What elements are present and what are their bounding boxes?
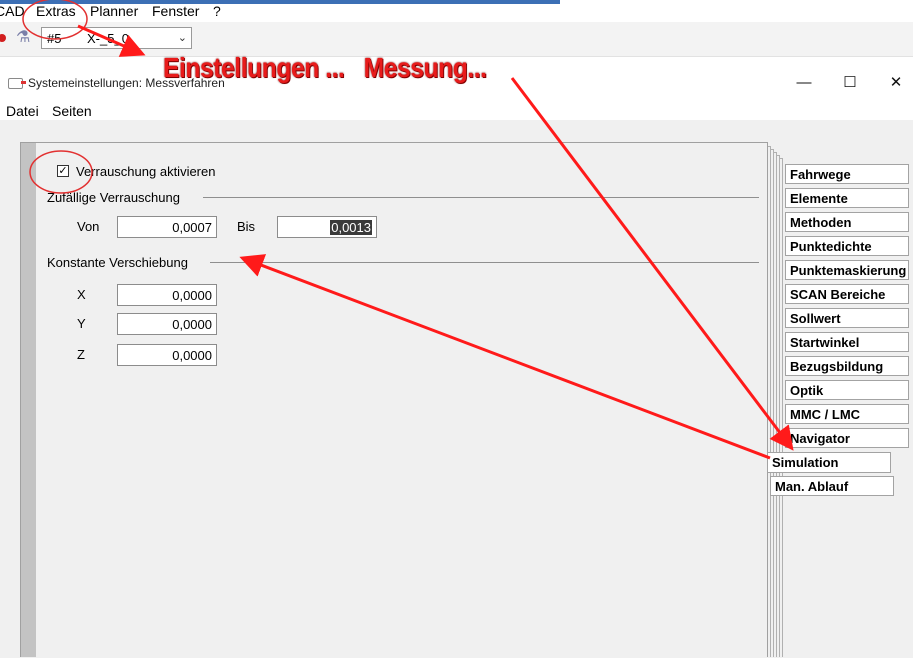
menu-datei[interactable]: Datei xyxy=(6,103,39,119)
menu-help[interactable]: ? xyxy=(213,3,221,19)
page-edge xyxy=(779,155,780,657)
bis-input[interactable]: 0,0013 xyxy=(277,216,377,238)
menu-planner[interactable]: Planner xyxy=(90,3,138,19)
tab-startwinkel[interactable]: Startwinkel xyxy=(785,332,909,352)
page-edge xyxy=(774,152,777,153)
tab-methoden[interactable]: Methoden xyxy=(785,212,909,232)
page-edge xyxy=(773,149,774,657)
menu-cad[interactable]: CAD xyxy=(0,3,25,19)
tab-bezugsbildung[interactable]: Bezugsbildung xyxy=(785,356,909,376)
app-icon xyxy=(8,78,26,89)
page-edge xyxy=(780,158,783,159)
z-input[interactable]: 0,0000 xyxy=(117,344,217,366)
title-strip xyxy=(0,0,560,4)
minimize-button[interactable]: — xyxy=(781,68,827,98)
app-menubar: CAD Extras Planner Fenster ? xyxy=(0,0,913,22)
bis-label: Bis xyxy=(237,219,256,234)
menu-fenster[interactable]: Fenster xyxy=(152,3,199,19)
x-label: X xyxy=(77,287,86,302)
dialog-menubar xyxy=(0,98,913,120)
tab-scan-bereiche[interactable]: SCAN Bereiche xyxy=(785,284,909,304)
group-divider xyxy=(203,197,759,198)
y-label: Y xyxy=(77,316,86,331)
z-label: Z xyxy=(77,347,85,362)
tab-sollwert[interactable]: Sollwert xyxy=(785,308,909,328)
menu-extras[interactable]: Extras xyxy=(36,3,76,19)
probe-icon[interactable]: ⚗ xyxy=(16,30,34,46)
constant-offset-group-label: Konstante Verschiebung xyxy=(47,255,188,270)
probe-select-value-2: X-_5_0 xyxy=(87,31,129,46)
menu-seiten[interactable]: Seiten xyxy=(52,103,92,119)
probe-select[interactable]: #5 X-_5_0 ⌄ xyxy=(41,27,192,49)
close-button[interactable]: ✕ xyxy=(873,68,913,98)
y-input[interactable]: 0,0000 xyxy=(117,313,217,335)
page-edge xyxy=(768,146,771,147)
maximize-button[interactable]: ☐ xyxy=(827,68,873,98)
tab-punktedichte[interactable]: Punktedichte xyxy=(785,236,909,256)
tab-optik[interactable]: Optik xyxy=(785,380,909,400)
random-noise-group-label: Zufällige Verrauschung xyxy=(47,190,180,205)
tab-man-ablauf[interactable]: Man. Ablauf xyxy=(770,476,894,496)
page-edge xyxy=(770,146,771,657)
von-input[interactable]: 0,0007 xyxy=(117,216,217,238)
tab-mmc-lmc[interactable]: MMC / LMC xyxy=(785,404,909,424)
von-label: Von xyxy=(77,219,100,234)
bis-input-selection: 0,0013 xyxy=(330,220,372,235)
page-edge xyxy=(777,155,780,156)
probe-select-value: #5 xyxy=(47,31,62,46)
page-edge xyxy=(776,152,777,657)
noise-checkbox[interactable]: ✓ xyxy=(57,165,69,177)
tab-punktemaskierung[interactable]: Punktemaskierung xyxy=(785,260,909,280)
group-divider xyxy=(210,262,759,263)
tab-elemente[interactable]: Elemente xyxy=(785,188,909,208)
tab-fahrwege[interactable]: Fahrwege xyxy=(785,164,909,184)
tab-navigator[interactable]: Navigator xyxy=(785,428,909,448)
x-input[interactable]: 0,0000 xyxy=(117,284,217,306)
annotation-text: Einstellungen ... Messung... xyxy=(163,52,487,83)
chevron-down-icon[interactable]: ⌄ xyxy=(178,31,187,44)
tab-simulation[interactable]: Simulation xyxy=(767,452,891,473)
panel-side-strip xyxy=(21,143,36,657)
page-edge xyxy=(771,149,774,150)
noise-checkbox-label[interactable]: Verrauschung aktivieren xyxy=(76,164,215,179)
page-edge xyxy=(782,158,783,657)
